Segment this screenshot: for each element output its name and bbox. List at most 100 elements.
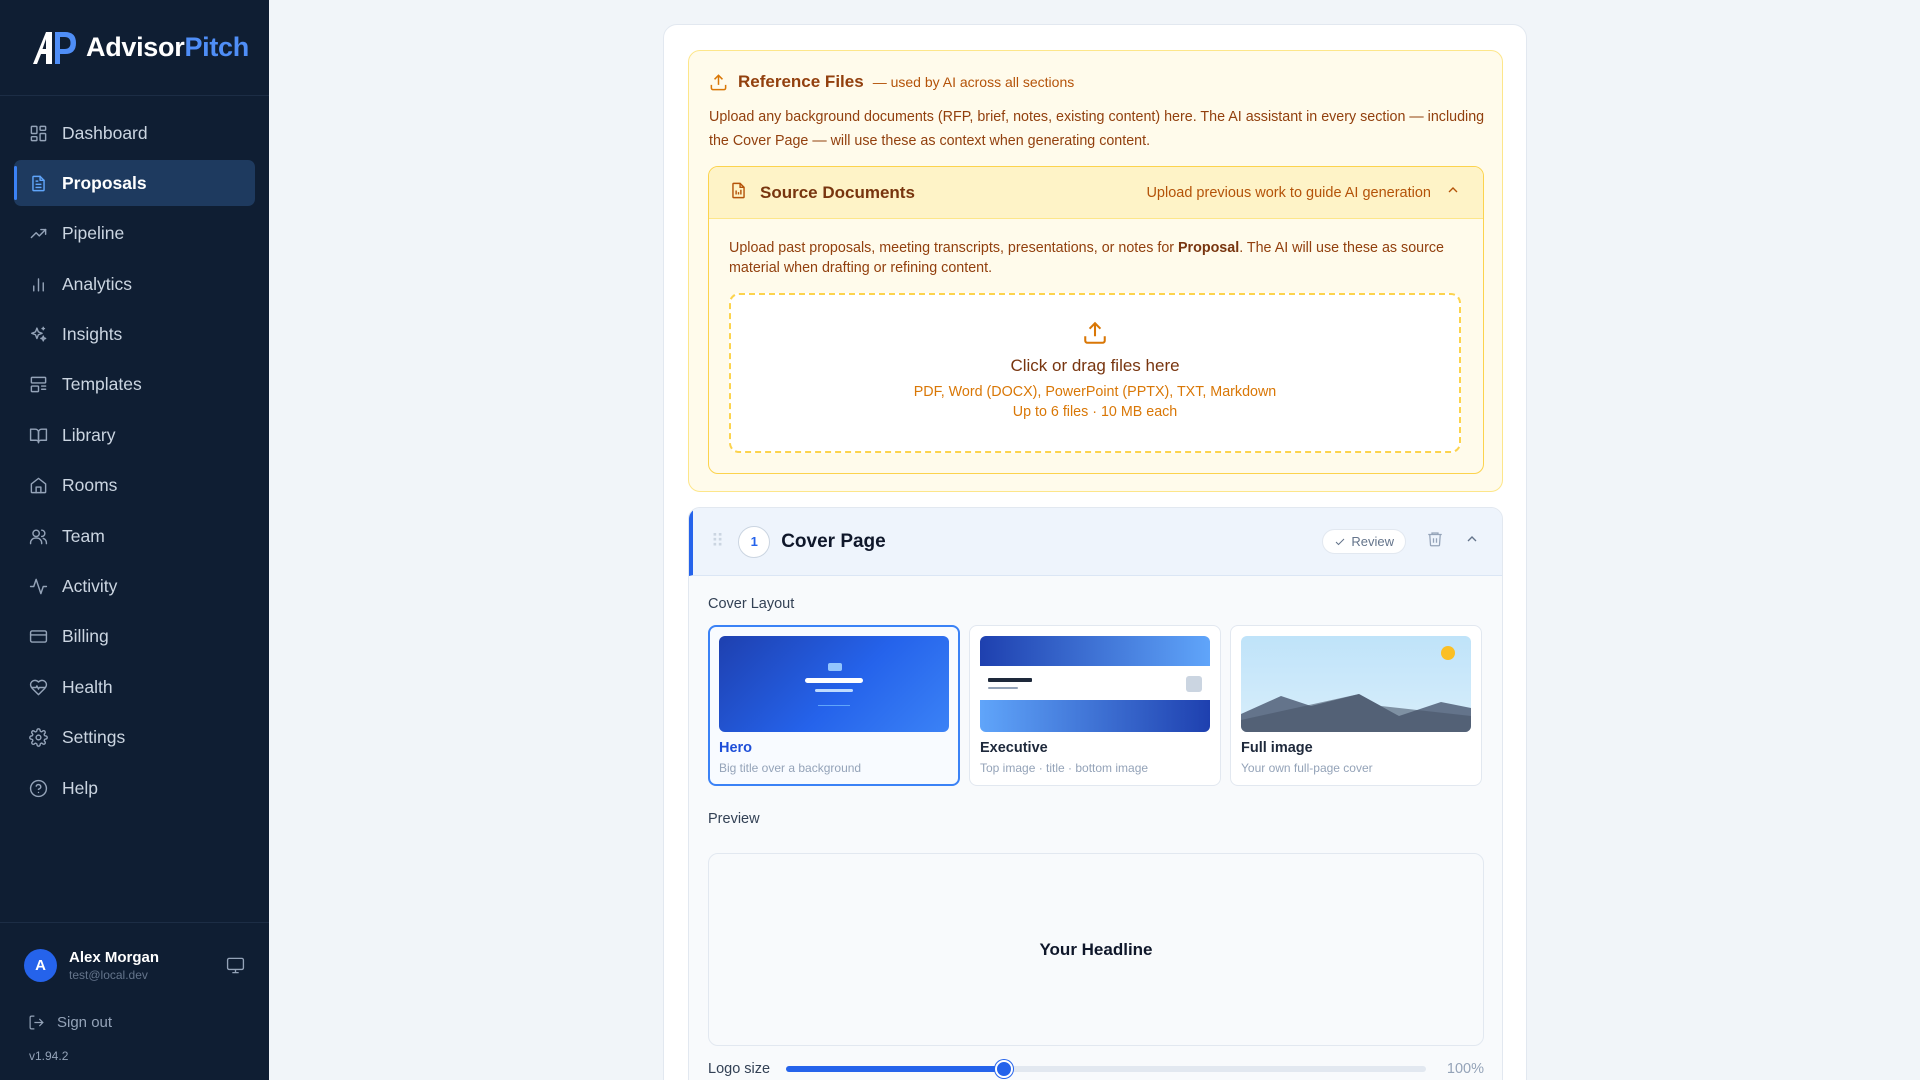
user-email: test@local.dev	[69, 968, 148, 982]
check-icon	[1336, 538, 1345, 545]
sidebar-item-billing[interactable]: Billing	[14, 614, 255, 660]
sparkles-icon	[28, 325, 48, 345]
credit-card-icon	[28, 627, 48, 647]
sidebar-item-insights[interactable]: Insights	[14, 312, 255, 358]
slider-fill	[786, 1066, 1004, 1072]
sidebar-item-dashboard[interactable]: Dashboard	[14, 110, 255, 156]
layout-option-full-image[interactable]: Full image Your own full-page cover	[1230, 625, 1482, 786]
home-icon	[28, 476, 48, 496]
cover-layout-label: Cover Layout	[708, 596, 795, 612]
proposal-editor-card: Reference Files — used by AI across all …	[663, 24, 1527, 1080]
trending-icon	[28, 224, 48, 244]
review-button[interactable]: Review	[1322, 529, 1406, 554]
sidebar-item-proposals[interactable]: Proposals	[14, 160, 255, 207]
activity-icon	[28, 577, 48, 597]
layout-name: Hero	[719, 740, 753, 756]
source-documents-title: Source Documents	[760, 182, 915, 202]
drag-handle-icon[interactable]: ⠿	[711, 531, 724, 552]
book-icon	[28, 425, 48, 445]
cover-layout-options: Hero Big title over a background Executi…	[708, 625, 1482, 786]
sidebar-item-label: Proposals	[62, 172, 147, 193]
reference-files-header: Reference Files — used by AI across all …	[709, 72, 1074, 92]
layout-description: Big title over a background	[719, 761, 862, 775]
preview-label: Preview	[708, 811, 760, 827]
sidebar-nav: Dashboard Proposals Pipeline Analytics I…	[0, 96, 269, 811]
sidebar-item-team[interactable]: Team	[14, 513, 255, 559]
layout-description: Your own full-page cover	[1241, 761, 1373, 775]
logo-size-control: Logo size 100%	[708, 1060, 1484, 1078]
help-circle-icon	[28, 778, 48, 798]
document-icon	[28, 173, 48, 193]
brand-logo[interactable]: AdvisorPitch	[0, 0, 269, 96]
logo-size-value: 100%	[1446, 1061, 1484, 1077]
sign-out-button[interactable]: Sign out	[28, 1014, 112, 1031]
layout-name: Executive	[980, 740, 1048, 756]
trash-icon[interactable]	[1426, 530, 1464, 553]
layout-name: Full image	[1241, 740, 1313, 756]
sidebar-item-settings[interactable]: Settings	[14, 715, 255, 761]
layout-option-hero[interactable]: Hero Big title over a background	[708, 625, 960, 786]
cover-page-section: ⠿ 1 Cover Page Review Cover Layout Hero …	[688, 507, 1503, 1080]
sidebar-item-label: Dashboard	[62, 122, 148, 143]
dropzone-formats: PDF, Word (DOCX), PowerPoint (PPTX), TXT…	[913, 384, 1277, 400]
chevron-up-icon[interactable]	[1445, 182, 1461, 203]
sidebar-item-help[interactable]: Help	[14, 765, 255, 811]
sign-out-label: Sign out	[57, 1014, 113, 1031]
sidebar: AdvisorPitch Dashboard Proposals Pipelin…	[0, 0, 269, 1080]
templates-icon	[28, 375, 48, 395]
logo-size-slider[interactable]	[786, 1060, 1426, 1078]
sidebar-item-label: Library	[62, 424, 116, 445]
slider-thumb[interactable]	[994, 1060, 1013, 1078]
sidebar-item-pipeline[interactable]: Pipeline	[14, 211, 255, 257]
sidebar-item-rooms[interactable]: Rooms	[14, 463, 255, 509]
cover-preview: Your Headline	[708, 853, 1484, 1046]
sidebar-item-templates[interactable]: Templates	[14, 362, 255, 408]
upload-icon	[710, 73, 727, 90]
heart-pulse-icon	[28, 677, 48, 697]
users-icon	[28, 526, 48, 546]
layout-option-executive[interactable]: Executive Top image · title · bottom ima…	[969, 625, 1221, 786]
dashboard-icon	[28, 123, 48, 143]
layout-description: Top image · title · bottom image	[980, 761, 1149, 775]
gear-icon	[28, 728, 48, 748]
logout-icon	[29, 1015, 44, 1030]
chevron-up-icon[interactable]	[1464, 531, 1480, 552]
sidebar-item-label: Help	[62, 777, 98, 798]
sidebar-item-label: Insights	[62, 324, 123, 345]
sidebar-item-label: Activity	[62, 576, 118, 597]
sidebar-item-health[interactable]: Health	[14, 664, 255, 710]
cover-page-header[interactable]: ⠿ 1 Cover Page Review	[689, 508, 1502, 576]
user-profile[interactable]: A Alex Morgan test@local.dev	[24, 949, 246, 982]
sidebar-item-label: Billing	[62, 626, 109, 647]
bar-chart-icon	[28, 274, 48, 294]
file-dropzone[interactable]: Click or drag files here PDF, Word (DOCX…	[729, 293, 1461, 453]
section-number-badge: 1	[738, 525, 771, 558]
logo-size-label: Logo size	[708, 1061, 771, 1077]
user-name: Alex Morgan	[69, 949, 160, 966]
sidebar-item-label: Analytics	[62, 273, 133, 294]
sidebar-item-label: Rooms	[62, 475, 118, 496]
advisorpitch-logo-icon	[33, 31, 76, 64]
sidebar-item-activity[interactable]: Activity	[14, 564, 255, 610]
sidebar-item-label: Templates	[62, 374, 142, 395]
user-panel: A Alex Morgan test@local.dev Sign out v1…	[0, 922, 269, 1080]
sidebar-item-label: Health	[62, 676, 113, 697]
file-audio-icon	[729, 181, 760, 205]
preview-headline: Your Headline	[1039, 939, 1153, 959]
reference-files-description: Upload any background documents (RFP, br…	[709, 109, 1485, 149]
dropzone-title: Click or drag files here	[1010, 356, 1180, 375]
review-label: Review	[1351, 534, 1394, 549]
upload-icon	[731, 320, 1459, 348]
executive-thumbnail	[980, 636, 1210, 732]
sidebar-item-library[interactable]: Library	[14, 412, 255, 458]
sidebar-item-label: Team	[62, 525, 105, 546]
reference-files-subtitle: — used by AI across all sections	[872, 74, 1075, 90]
section-title: Cover Page	[781, 530, 886, 552]
app-version: v1.94.2	[29, 1049, 69, 1063]
source-documents-header[interactable]: Source Documents Upload previous work to…	[709, 167, 1483, 219]
full-image-thumbnail	[1241, 636, 1471, 732]
monitor-icon[interactable]	[226, 956, 246, 976]
sidebar-item-label: Settings	[62, 727, 126, 748]
sidebar-item-analytics[interactable]: Analytics	[14, 261, 255, 307]
avatar[interactable]: A	[24, 949, 57, 982]
